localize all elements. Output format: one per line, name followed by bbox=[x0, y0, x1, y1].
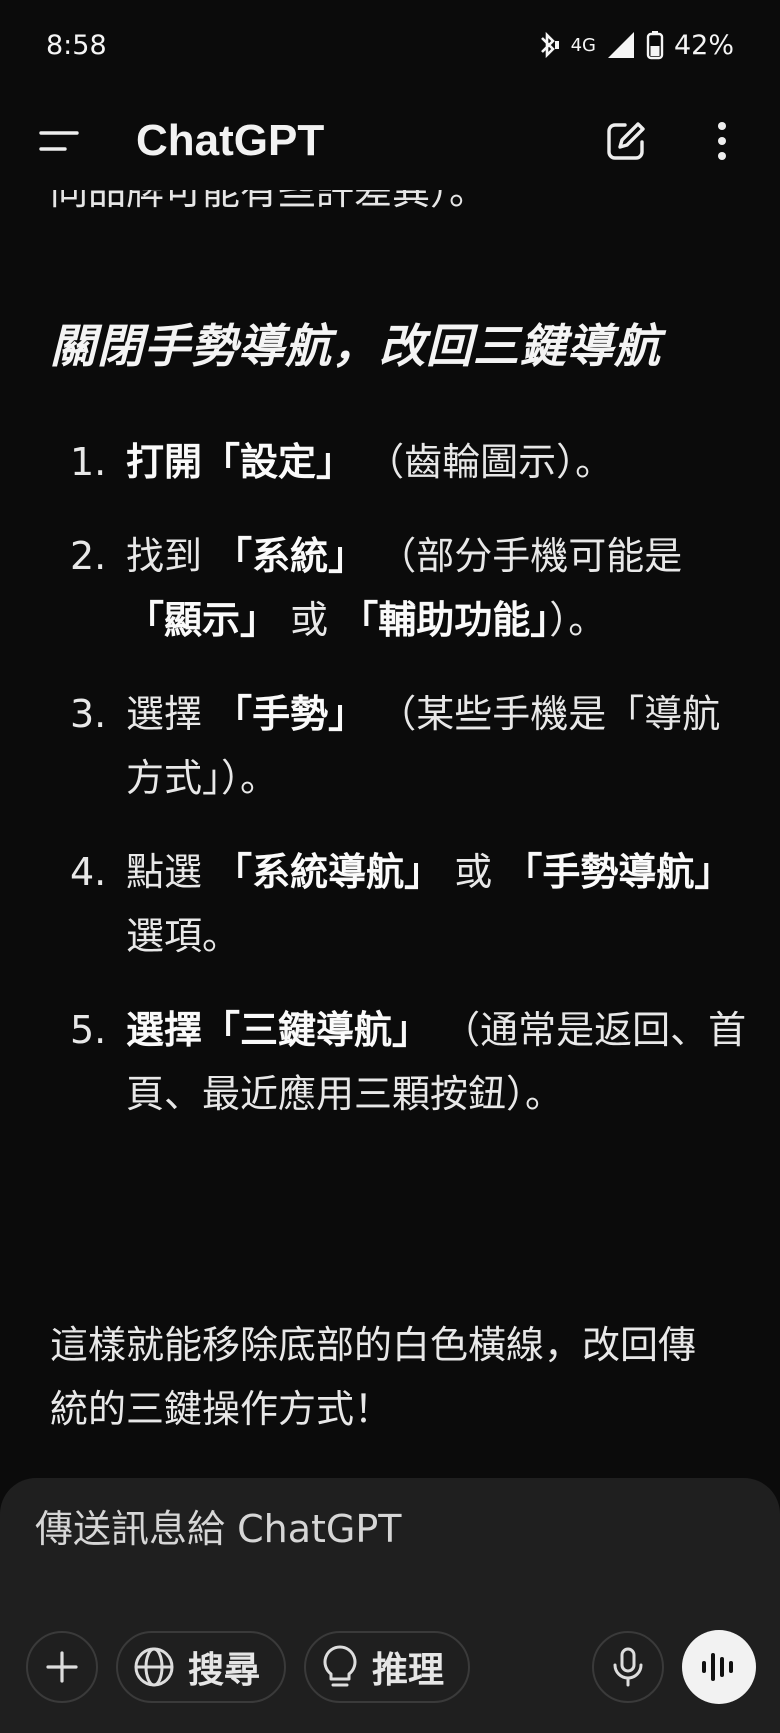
status-icons: 4G 42% bbox=[535, 30, 734, 61]
signal-icon bbox=[607, 32, 634, 58]
message-composer: 搜尋 推理 bbox=[0, 1478, 780, 1733]
new-chat-icon bbox=[607, 122, 645, 160]
partial-text-line: 同品牌可能有些許差異）。 bbox=[50, 190, 488, 213]
status-time: 8:58 bbox=[46, 29, 107, 61]
lightbulb-icon bbox=[323, 1645, 357, 1687]
steps-list: 1. 打開「設定」 （齒輪圖示）。 2. 找到 「系統」 （部分手機可能是 「顯… bbox=[70, 430, 750, 1156]
menu-button[interactable] bbox=[30, 111, 90, 171]
more-options-button[interactable] bbox=[694, 113, 750, 169]
list-item: 2. 找到 「系統」 （部分手機可能是 「顯示」 或 「輔助功能」）。 bbox=[70, 534, 683, 642]
battery-percent: 42% bbox=[673, 29, 734, 61]
plus-icon bbox=[46, 1651, 78, 1683]
network-label: 4G bbox=[570, 34, 596, 56]
message-heading: 關閉手勢導航，改回三鍵導航 bbox=[50, 319, 661, 373]
app-title: ChatGPT bbox=[136, 116, 325, 165]
chat-scroll-area[interactable]: 同品牌可能有些許差異）。 關閉手勢導航，改回三鍵導航 1. 打開「設定」 （齒輪… bbox=[0, 190, 780, 1480]
status-bar: 8:58 4G 42% bbox=[0, 0, 780, 90]
composer-toolbar: 搜尋 推理 bbox=[26, 1630, 756, 1704]
message-summary: 這樣就能移除底部的白色橫線，改回傳統的三鍵操作方式！ bbox=[50, 1323, 697, 1431]
globe-icon bbox=[134, 1647, 174, 1687]
list-item: 5. 選擇「三鍵導航」 （通常是返回、首頁、最近應用三顆按鈕）。 bbox=[70, 1008, 747, 1116]
voice-mode-button[interactable] bbox=[682, 1630, 756, 1704]
search-label: 搜尋 bbox=[188, 1650, 261, 1691]
dictation-button[interactable] bbox=[592, 1631, 664, 1703]
reason-button[interactable]: 推理 bbox=[304, 1631, 471, 1703]
add-attachment-button[interactable] bbox=[26, 1631, 98, 1703]
new-chat-button[interactable] bbox=[598, 113, 654, 169]
voice-waveform-icon bbox=[702, 1653, 733, 1681]
message-input[interactable] bbox=[33, 1500, 737, 1558]
microphone-icon bbox=[613, 1647, 643, 1687]
bluetooth-icon bbox=[540, 31, 559, 59]
battery-icon bbox=[646, 31, 664, 60]
menu-icon bbox=[39, 131, 79, 151]
app-bar: ChatGPT bbox=[0, 95, 780, 187]
list-item: 4. 點選 「系統導航」 或 「手勢導航」 選項。 bbox=[70, 850, 733, 958]
reason-label: 推理 bbox=[372, 1650, 445, 1691]
list-item: 1. 打開「設定」 （齒輪圖示）。 bbox=[70, 440, 614, 484]
more-vert-icon bbox=[718, 122, 726, 160]
list-item: 3. 選擇 「手勢」 （某些手機是「導航方式」）。 bbox=[70, 692, 721, 800]
search-button[interactable]: 搜尋 bbox=[116, 1631, 287, 1703]
